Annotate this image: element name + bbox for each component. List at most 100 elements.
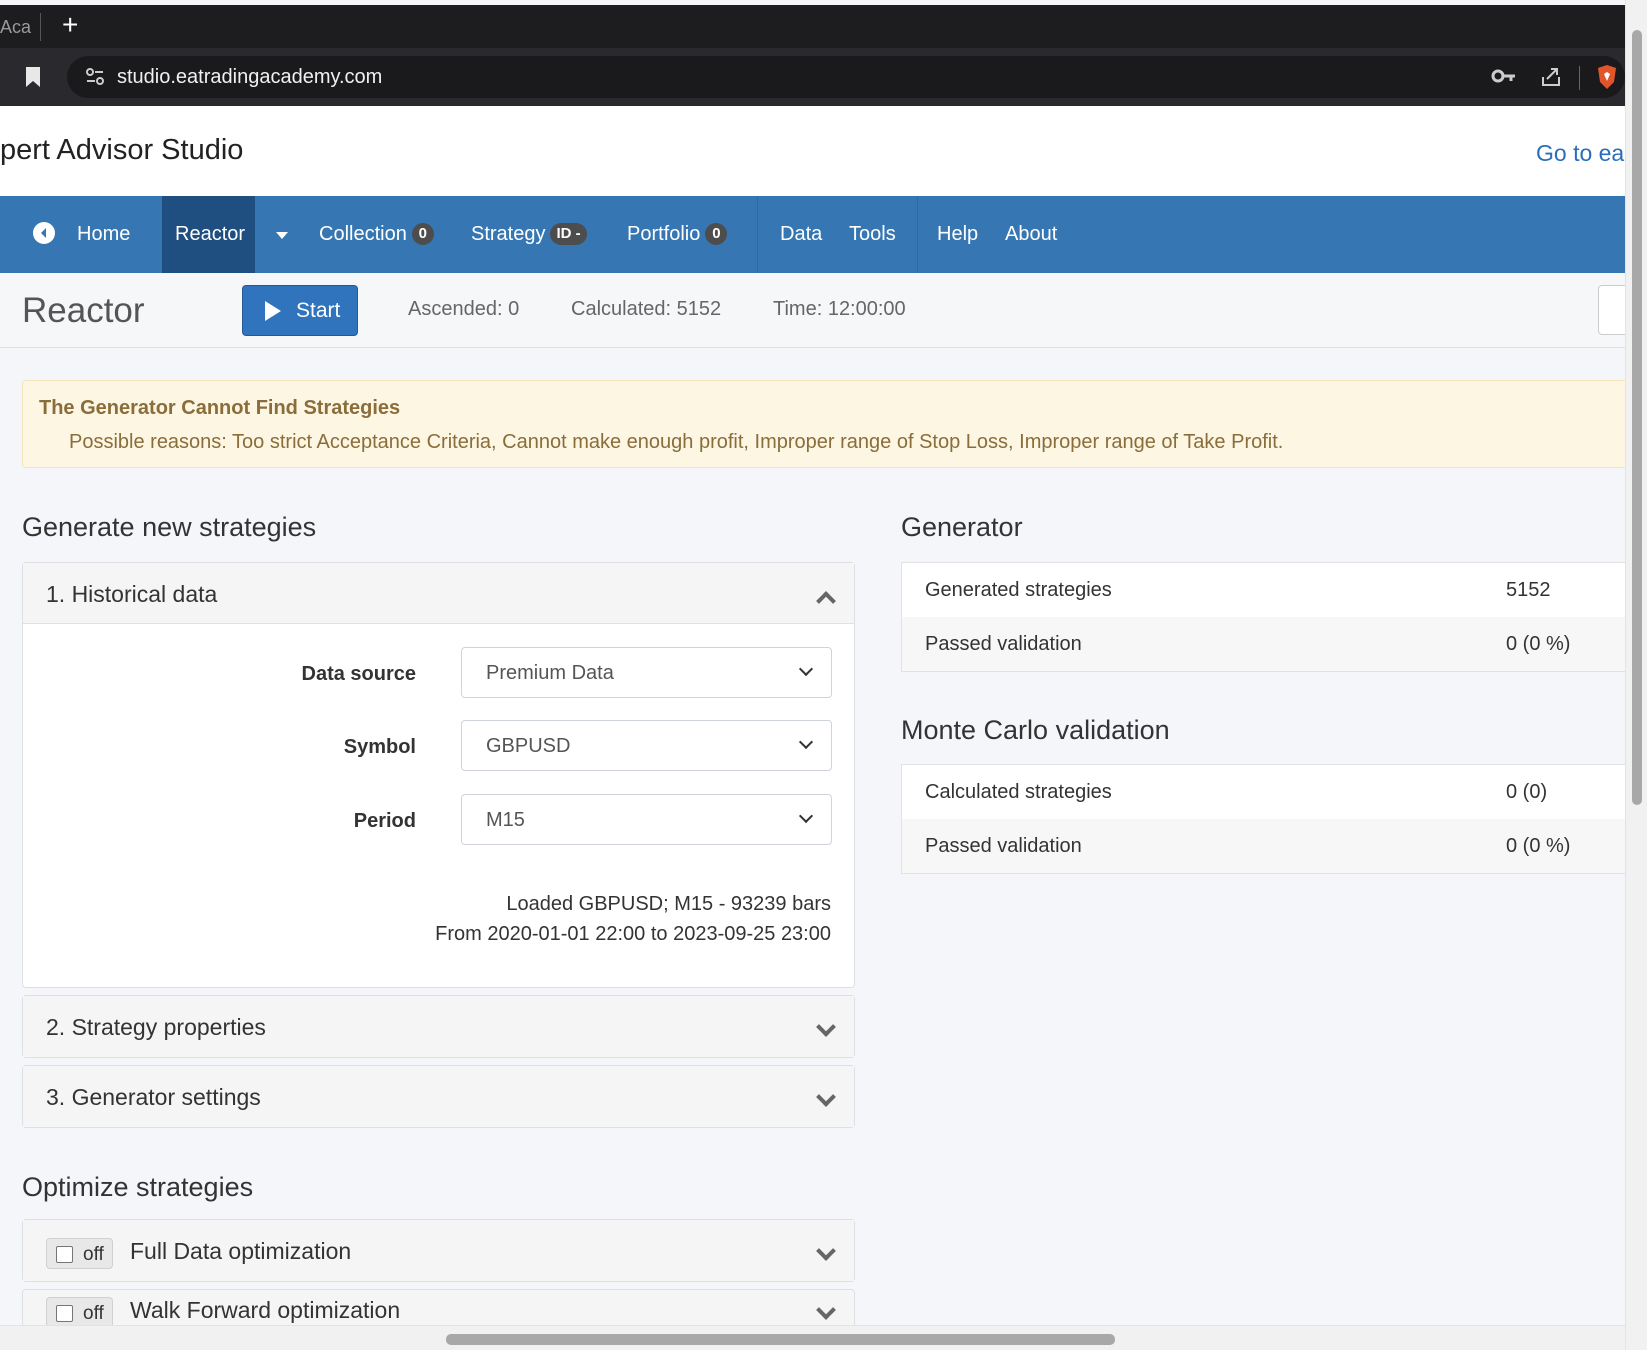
horizontal-scrollbar[interactable] — [0, 1325, 1625, 1350]
ascended-count: Ascended: 0 — [408, 298, 520, 320]
chevron-down-icon — [816, 1241, 836, 1261]
nav-data[interactable]: Data — [780, 196, 822, 273]
strategy-properties-panel[interactable]: 2. Strategy properties — [22, 995, 855, 1058]
chevron-down-icon — [816, 1087, 836, 1107]
walk-forward-optimization-panel: off Walk Forward optimization — [22, 1289, 855, 1329]
reactor-toolbar: Reactor Start Ascended: 0 Calculated: 51… — [0, 273, 1638, 348]
full-data-checkbox[interactable] — [56, 1246, 73, 1263]
generator-settings-panel[interactable]: 3. Generator settings — [22, 1065, 855, 1128]
full-data-optimization-panel: off Full Data optimization — [22, 1219, 855, 1282]
back-circle-icon — [33, 222, 55, 244]
toggle-off-label: off — [83, 1244, 104, 1265]
period-value: M15 — [486, 809, 525, 831]
strategy-properties-title: 2. Strategy properties — [46, 1014, 266, 1040]
historical-data-title: 1. Historical data — [46, 581, 218, 607]
row-label: Generated strategies — [925, 579, 1112, 601]
url-field[interactable]: studio.eatradingacademy.com — [67, 56, 1625, 98]
nav-strategy-label: Strategy — [471, 223, 546, 245]
nav-strategy[interactable]: Strategy ID - — [471, 196, 587, 273]
horizontal-scroll-thumb[interactable] — [446, 1334, 1115, 1345]
alert-title: The Generator Cannot Find Strategies — [39, 397, 401, 419]
generator-stats-table: Generated strategies 5152 Passed validat… — [901, 562, 1625, 672]
nav-tools[interactable]: Tools — [849, 196, 896, 273]
generator-settings-title: 3. Generator settings — [46, 1084, 261, 1110]
walk-forward-title: Walk Forward optimization — [130, 1297, 401, 1323]
nav-collection-label: Collection — [319, 223, 407, 245]
nav-about-label: About — [1005, 223, 1058, 245]
table-row: Calculated strategies 0 (0) — [902, 765, 1625, 819]
walk-forward-toggle[interactable]: off — [46, 1297, 113, 1328]
nav-data-label: Data — [780, 223, 823, 245]
row-value: 0 (0 %) — [1506, 633, 1571, 655]
collection-count-badge: 0 — [411, 223, 434, 245]
chevron-down-icon — [816, 1300, 836, 1320]
full-data-title: Full Data optimization — [130, 1238, 352, 1264]
walk-forward-optimization-header[interactable]: off Walk Forward optimization — [23, 1290, 854, 1328]
nav-reactor-label: Reactor — [175, 223, 246, 245]
chevron-down-icon — [798, 734, 814, 750]
brave-shield-icon[interactable] — [1595, 64, 1619, 90]
historical-data-header[interactable]: 1. Historical data — [23, 563, 854, 624]
toolbar-divider — [1579, 66, 1580, 90]
start-button[interactable]: Start — [242, 285, 358, 336]
full-data-toggle[interactable]: off — [46, 1238, 113, 1269]
data-source-select[interactable]: Premium Data — [461, 647, 832, 698]
data-source-value: Premium Data — [486, 662, 614, 684]
optimize-heading: Optimize strategies — [22, 1172, 254, 1202]
chevron-down-icon — [816, 1017, 836, 1037]
generator-settings-header[interactable]: 3. Generator settings — [23, 1066, 854, 1127]
period-select[interactable]: M15 — [461, 794, 832, 845]
nav-tools-label: Tools — [849, 223, 896, 245]
nav-portfolio-label: Portfolio — [627, 223, 701, 245]
loaded-bars-info: Loaded GBPUSD; M15 - 93239 bars — [506, 893, 831, 915]
key-icon[interactable] — [1491, 66, 1517, 86]
generator-heading: Generator — [901, 512, 1023, 542]
loaded-date-range: From 2020-01-01 22:00 to 2023-09-25 23:0… — [435, 923, 831, 945]
nav-portfolio[interactable]: Portfolio 0 — [627, 196, 728, 273]
toggle-off-label: off — [83, 1303, 104, 1324]
play-icon — [265, 301, 281, 321]
browser-tab-strip: Aca + — [0, 5, 1625, 48]
nav-help-label: Help — [937, 223, 979, 245]
strategy-properties-header[interactable]: 2. Strategy properties — [23, 996, 854, 1057]
nav-help[interactable]: Help — [937, 196, 978, 273]
vertical-scroll-thumb[interactable] — [1632, 30, 1642, 805]
table-row: Passed validation 0 (0 %) — [902, 617, 1625, 671]
url-text[interactable]: studio.eatradingacademy.com — [117, 66, 382, 89]
full-data-optimization-header[interactable]: off Full Data optimization — [23, 1220, 854, 1281]
nav-about[interactable]: About — [1005, 196, 1057, 273]
go-to-link[interactable]: Go to ea — [1536, 140, 1624, 167]
bookmark-icon[interactable] — [25, 66, 41, 88]
nav-divider — [917, 196, 918, 273]
symbol-select[interactable]: GBPUSD — [461, 720, 832, 771]
vertical-scrollbar[interactable] — [1625, 0, 1647, 1350]
nav-home[interactable]: Home — [33, 196, 130, 273]
main-navbar: Home Reactor Collection 0 Strategy ID - Po… — [0, 196, 1625, 273]
new-tab-button[interactable]: + — [62, 11, 78, 39]
row-value: 0 (0 %) — [1506, 835, 1571, 857]
montecarlo-stats-table: Calculated strategies 0 (0) Passed valid… — [901, 764, 1625, 874]
alert-message: Possible reasons: Too strict Acceptance … — [69, 431, 1284, 453]
nav-reactor[interactable]: Reactor — [162, 196, 255, 273]
symbol-value: GBPUSD — [486, 735, 571, 757]
browser-address-bar: studio.eatradingacademy.com — [0, 48, 1625, 106]
row-label: Passed validation — [925, 835, 1082, 857]
nav-home-label: Home — [77, 223, 131, 245]
site-settings-icon[interactable] — [85, 67, 105, 87]
elapsed-time: Time: 12:00:00 — [773, 298, 906, 320]
row-label: Calculated strategies — [925, 781, 1112, 803]
nav-reactor-dropdown[interactable] — [272, 196, 292, 273]
warning-alert: The Generator Cannot Find Strategies Pos… — [22, 380, 1632, 468]
calculated-count: Calculated: 5152 — [571, 298, 722, 320]
app-title: pert Advisor Studio — [0, 134, 244, 166]
historical-data-panel: 1. Historical data Data source Premium D… — [22, 562, 855, 988]
browser-tab[interactable]: Aca — [0, 17, 31, 38]
row-value: 5152 — [1506, 579, 1551, 601]
chevron-up-icon — [816, 591, 836, 611]
share-icon[interactable] — [1539, 65, 1563, 89]
row-label: Passed validation — [925, 633, 1082, 655]
walk-forward-checkbox[interactable] — [56, 1305, 73, 1322]
tab-divider — [40, 13, 41, 41]
nav-collection[interactable]: Collection 0 — [319, 196, 434, 273]
chevron-down-icon — [798, 661, 814, 677]
